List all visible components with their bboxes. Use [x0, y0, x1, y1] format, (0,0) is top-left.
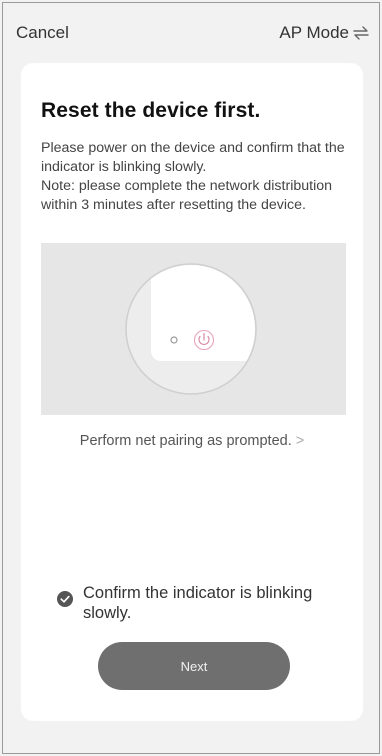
- check-circle-icon: [57, 591, 73, 607]
- app-screen: Cancel AP Mode Reset the device first. P…: [2, 2, 380, 754]
- net-pairing-label: Perform net pairing as prompted.: [79, 433, 292, 449]
- instruction-note: Note: please complete the network distri…: [41, 178, 333, 213]
- device-body: [151, 265, 255, 361]
- ap-mode-toggle[interactable]: AP Mode: [279, 23, 369, 43]
- device-illustration: [41, 243, 346, 415]
- page-title: Reset the device first.: [41, 99, 261, 122]
- swap-arrows-icon: [353, 26, 369, 40]
- chevron-right-icon: >: [295, 433, 305, 449]
- device-graphic: [125, 263, 257, 395]
- reset-card: Reset the device first. Please power on …: [21, 63, 363, 721]
- next-button[interactable]: Next: [98, 642, 290, 690]
- confirm-checkbox[interactable]: Confirm the indicator is blinking slowly…: [57, 583, 347, 623]
- ap-mode-label: AP Mode: [279, 23, 349, 42]
- net-pairing-link[interactable]: Perform net pairing as prompted. >: [21, 433, 363, 449]
- instruction-line: Please power on the device and confirm t…: [41, 140, 345, 175]
- top-bar: Cancel AP Mode: [3, 3, 379, 63]
- cancel-button[interactable]: Cancel: [16, 23, 69, 43]
- instructions: Please power on the device and confirm t…: [41, 139, 351, 215]
- confirm-label: Confirm the indicator is blinking slowly…: [83, 584, 313, 622]
